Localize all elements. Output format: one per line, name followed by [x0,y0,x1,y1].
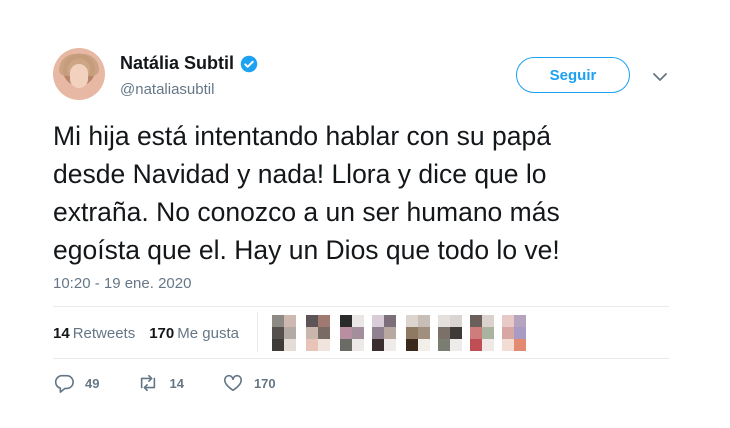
liker-avatar-6 [438,315,462,351]
retweets-stat-count: 14 [53,325,70,342]
likes-stat[interactable]: 170 Me gusta [149,325,239,342]
retweet-button[interactable]: 14 [137,373,184,393]
user-name-row: Natália Subtil [120,53,258,74]
heart-icon [223,374,242,392]
tweet-actions: 49 14 170 [53,373,314,393]
likes-stat-count: 170 [149,325,175,342]
likes-stat-label: Me gusta [177,325,239,342]
avatar[interactable] [53,48,105,100]
reply-count: 49 [85,375,100,391]
avatar-face [70,64,88,88]
liker-avatar-4 [372,315,396,351]
retweet-icon [141,374,156,392]
like-button[interactable]: 170 [222,373,276,393]
tweet-text: Mi hija está intentando hablar con su pa… [53,121,560,265]
like-count: 170 [253,375,276,391]
reply-button[interactable]: 49 [53,373,99,393]
liker-avatars-pixelated[interactable] [272,315,548,351]
follow-button[interactable]: Seguir [516,57,630,93]
liker-avatar-8 [502,315,526,351]
liker-avatar-2 [306,315,330,351]
tweet-timestamp[interactable]: 10:20 - 19 ene. 2020 [53,275,191,292]
chevron-down-icon[interactable] [652,71,668,83]
user-name[interactable]: Natália Subtil [120,53,234,74]
reply-icon [54,374,74,393]
divider-bottom [53,358,669,359]
verified-badge-icon [240,55,258,72]
engagement-stats: 14 Retweets 170 Me gusta [53,325,239,342]
stats-divider [257,312,258,352]
liker-avatar-3 [340,315,364,351]
retweet-count: 14 [169,375,184,391]
retweets-stat[interactable]: 14 Retweets [53,325,135,342]
retweets-stat-label: Retweets [72,325,136,342]
liker-avatar-7 [470,315,494,351]
user-handle[interactable]: @nataliasubtil [120,81,214,98]
divider-top [53,306,669,307]
liker-avatar-5 [406,315,430,351]
liker-avatar-1 [272,315,296,351]
